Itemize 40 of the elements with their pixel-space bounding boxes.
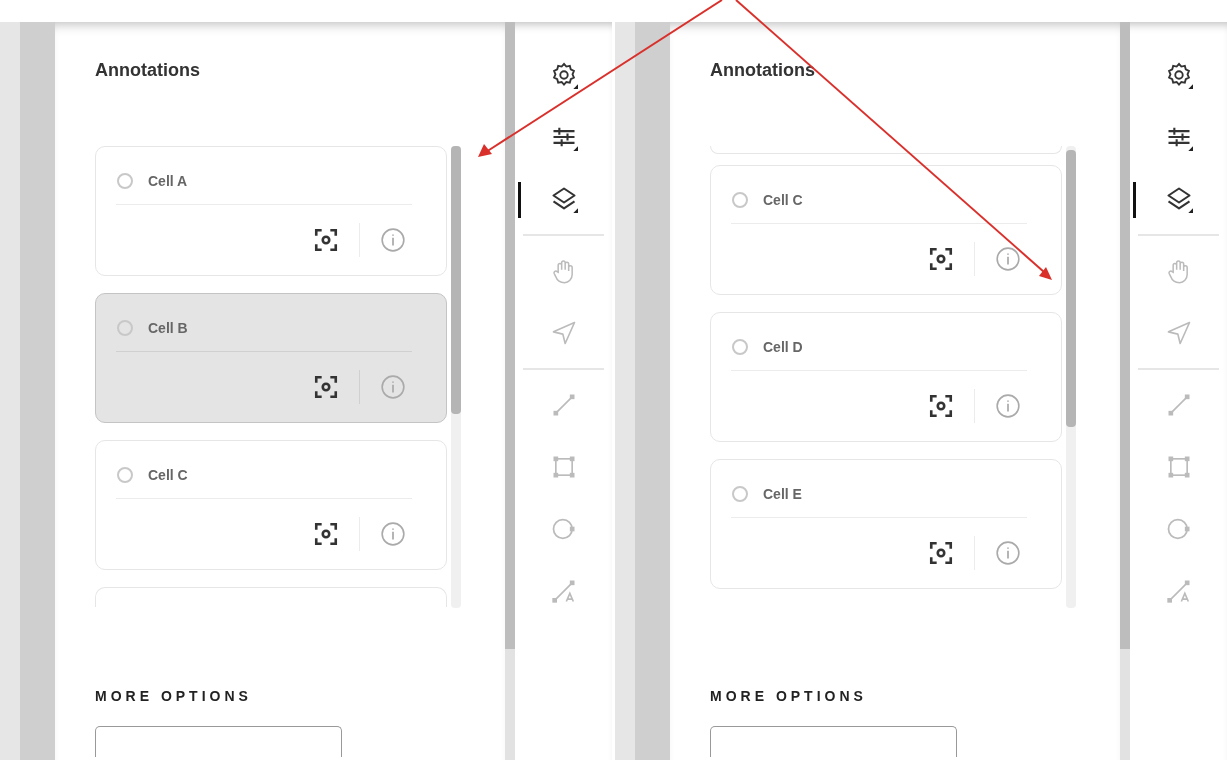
options-control[interactable] bbox=[95, 726, 342, 757]
annotation-card[interactable]: Cell C bbox=[95, 440, 447, 570]
annotation-card[interactable]: Cell E bbox=[710, 459, 1062, 589]
options-control[interactable] bbox=[710, 726, 957, 757]
focus-icon[interactable] bbox=[928, 540, 954, 566]
circle-status-icon[interactable] bbox=[731, 337, 749, 356]
info-icon[interactable] bbox=[995, 540, 1021, 566]
scrollbar[interactable] bbox=[451, 146, 461, 608]
focus-icon[interactable] bbox=[313, 227, 339, 253]
circle-status-icon[interactable] bbox=[116, 465, 134, 484]
info-icon[interactable] bbox=[380, 374, 406, 400]
info-icon[interactable] bbox=[380, 521, 406, 547]
card-label: Cell B bbox=[148, 319, 188, 336]
focus-icon[interactable] bbox=[928, 246, 954, 272]
info-icon[interactable] bbox=[995, 246, 1021, 272]
card-label: Cell D bbox=[763, 338, 803, 355]
section-heading: MORE OPTIONS bbox=[710, 688, 868, 704]
scrollbar[interactable] bbox=[1066, 146, 1076, 608]
circle-status-icon[interactable] bbox=[731, 484, 749, 503]
focus-icon[interactable] bbox=[313, 374, 339, 400]
section-heading: MORE OPTIONS bbox=[95, 688, 253, 704]
circle-status-icon[interactable] bbox=[731, 190, 749, 209]
focus-icon[interactable] bbox=[928, 393, 954, 419]
circle-status-icon[interactable] bbox=[116, 318, 134, 337]
card-label: Cell A bbox=[148, 172, 188, 189]
panel-title: Annotations bbox=[710, 60, 816, 82]
focus-icon[interactable] bbox=[313, 521, 339, 547]
annotation-card[interactable]: Cell A bbox=[95, 146, 447, 276]
layers-icon bbox=[1164, 185, 1193, 213]
card-label: Cell C bbox=[148, 466, 188, 483]
panel-title: Annotations bbox=[95, 60, 201, 82]
annotation-card[interactable]: Cell B bbox=[95, 293, 447, 423]
info-icon[interactable] bbox=[995, 393, 1021, 419]
annotation-card[interactable]: Cell D bbox=[710, 312, 1062, 442]
card-label: Cell E bbox=[763, 485, 802, 502]
card-label: Cell C bbox=[763, 191, 803, 208]
info-icon[interactable] bbox=[380, 227, 406, 253]
layers-icon bbox=[549, 185, 578, 213]
annotation-card[interactable]: Cell C bbox=[710, 165, 1062, 295]
circle-status-icon[interactable] bbox=[116, 171, 134, 190]
